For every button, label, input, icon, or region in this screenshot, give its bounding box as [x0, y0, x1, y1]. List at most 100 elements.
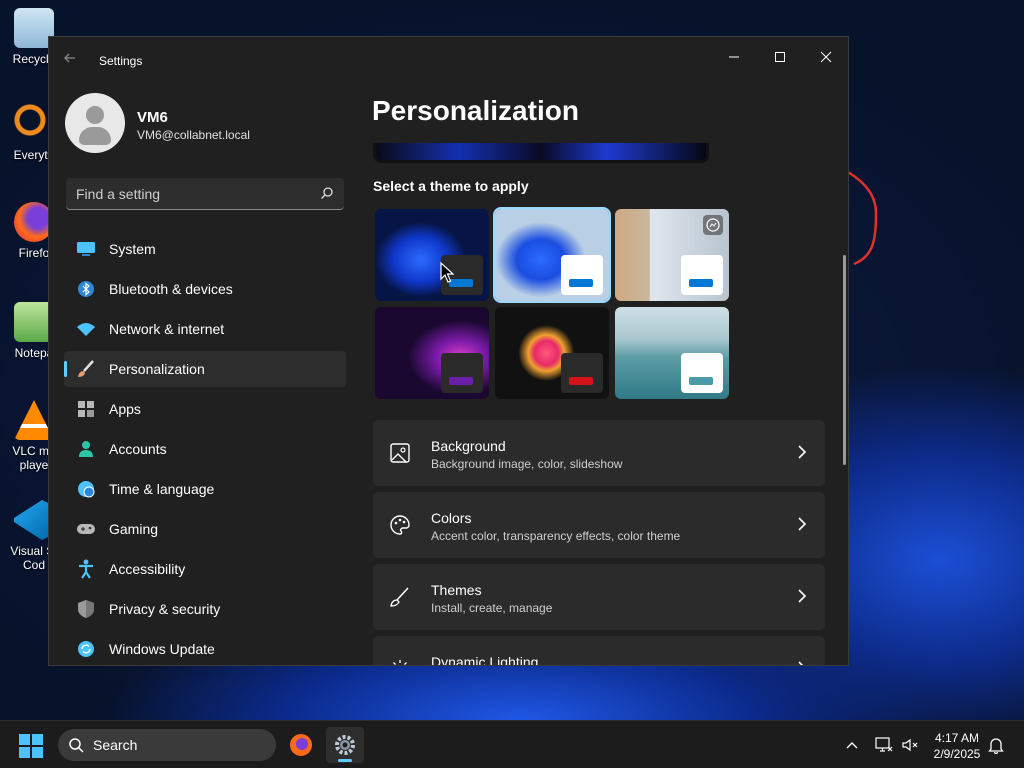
sidebar-item-label: Personalization [109, 361, 205, 377]
sidebar-item-label: Bluetooth & devices [109, 281, 233, 297]
close-button[interactable] [803, 41, 848, 73]
active-app-indicator [338, 759, 352, 762]
theme-glow[interactable] [375, 307, 489, 399]
card-subtitle: Install, create, manage [431, 601, 553, 615]
back-arrow-icon [64, 53, 75, 63]
chevron-right-icon [798, 445, 807, 459]
theme-captured-motion[interactable] [615, 209, 729, 301]
taskbar: Search 4:17 AM 2/9/2025 [0, 720, 1024, 768]
sidebar-item-network[interactable]: Network & internet [64, 311, 346, 347]
slideshow-icon [706, 218, 720, 232]
apps-icon [76, 399, 96, 419]
sidebar-item-label: System [109, 241, 156, 257]
card-background[interactable]: Background Background image, color, slid… [373, 420, 825, 486]
sidebar-item-apps[interactable]: Apps [64, 391, 346, 427]
network-icon [875, 737, 893, 752]
search-icon[interactable] [320, 186, 334, 200]
chevron-right-icon [798, 589, 807, 603]
shield-icon [76, 599, 96, 619]
close-icon [820, 51, 832, 63]
brush-icon [390, 587, 409, 607]
theme-chip [441, 353, 483, 393]
gamepad-icon [76, 519, 96, 539]
update-icon [76, 639, 96, 659]
sidebar-item-label: Gaming [109, 521, 159, 537]
theme-section-heading: Select a theme to apply [373, 178, 529, 194]
user-name: VM6 [137, 109, 168, 126]
minimize-button[interactable] [711, 41, 757, 73]
volume-muted-icon [902, 738, 918, 752]
search-input[interactable] [66, 178, 344, 209]
theme-windows-light[interactable] [493, 207, 611, 303]
settings-cards: Background Background image, color, slid… [373, 420, 825, 666]
sidebar-item-accessibility[interactable]: Accessibility [64, 551, 346, 587]
windows-start-icon[interactable] [18, 733, 44, 759]
chevron-right-icon [798, 517, 807, 531]
lighting-icon [393, 660, 407, 665]
taskbar-app-settings[interactable] [326, 727, 364, 763]
card-title: Colors [431, 510, 472, 526]
sidebar-item-system[interactable]: System [64, 231, 346, 267]
search-icon [69, 738, 84, 753]
sidebar-item-label: Accessibility [109, 561, 186, 577]
red-annotation-scribble [847, 170, 878, 266]
card-dynamic-lighting[interactable]: Dynamic Lighting [373, 636, 825, 666]
system-icon [76, 239, 96, 259]
avatar[interactable] [65, 93, 125, 153]
theme-preview [373, 143, 709, 163]
slideshow-badge [703, 215, 723, 235]
paintbrush-icon [76, 359, 96, 379]
sidebar-item-privacy-security[interactable]: Privacy & security [64, 591, 346, 627]
card-title: Background [431, 438, 506, 454]
card-title: Dynamic Lighting [431, 654, 539, 666]
back-button[interactable] [63, 51, 83, 71]
sidebar-item-gaming[interactable]: Gaming [64, 511, 346, 547]
notifications-button[interactable] [986, 735, 1006, 755]
bell-icon [988, 738, 1004, 754]
show-hidden-icons-button[interactable] [842, 735, 862, 755]
theme-chip [561, 255, 603, 295]
wifi-icon [76, 319, 96, 339]
taskbar-search[interactable]: Search [58, 729, 276, 761]
mouse-cursor-icon [440, 262, 454, 283]
app-title: Settings [99, 54, 143, 68]
card-subtitle: Background image, color, slideshow [431, 457, 623, 471]
card-themes[interactable]: Themes Install, create, manage [373, 564, 825, 630]
sidebar-item-label: Privacy & security [109, 601, 221, 617]
clock-date: 2/9/2025 [933, 747, 981, 761]
sidebar-item-personalization[interactable]: Personalization [64, 351, 346, 387]
sidebar-item-windows-update[interactable]: Windows Update [64, 631, 346, 665]
maximize-button[interactable] [757, 41, 803, 73]
volume-tray-button[interactable] [900, 735, 920, 755]
taskbar-clock[interactable]: 4:17 AM 2/9/2025 [926, 730, 988, 762]
minimize-icon [729, 56, 739, 58]
bluetooth-icon [76, 279, 96, 299]
accessibility-icon [76, 559, 96, 579]
user-email: VM6@collabnet.local [137, 128, 250, 142]
sidebar-item-time-language[interactable]: Time & language [64, 471, 346, 507]
sidebar-nav: System Bluetooth & devices Network & int… [64, 231, 346, 665]
gear-icon [335, 735, 355, 755]
theme-windows-dark[interactable] [375, 209, 489, 301]
settings-window: Settings VM6 VM6@collabnet.local System … [48, 36, 849, 666]
theme-flow[interactable] [495, 307, 609, 399]
sidebar-item-accounts[interactable]: Accounts [64, 431, 346, 467]
content-scrollbar[interactable] [843, 255, 846, 465]
taskbar-app-firefox[interactable] [282, 727, 320, 763]
card-title: Themes [431, 582, 482, 598]
globe-clock-icon [76, 479, 96, 499]
firefox-icon [290, 734, 312, 756]
card-subtitle: Accent color, transparency effects, colo… [431, 529, 681, 543]
sidebar-item-label: Apps [109, 401, 141, 417]
clock-time: 4:17 AM [934, 731, 980, 745]
theme-chip [681, 353, 723, 393]
theme-sunrise[interactable] [615, 307, 729, 399]
sidebar-item-label: Network & internet [109, 321, 225, 337]
network-tray-button[interactable] [874, 735, 894, 755]
sidebar-item-label: Accounts [109, 441, 167, 457]
taskbar-search-label: Search [93, 737, 138, 753]
page-title: Personalization [372, 95, 579, 126]
find-setting-search [66, 178, 344, 210]
card-colors[interactable]: Colors Accent color, transparency effect… [373, 492, 825, 558]
sidebar-item-bluetooth[interactable]: Bluetooth & devices [64, 271, 346, 307]
